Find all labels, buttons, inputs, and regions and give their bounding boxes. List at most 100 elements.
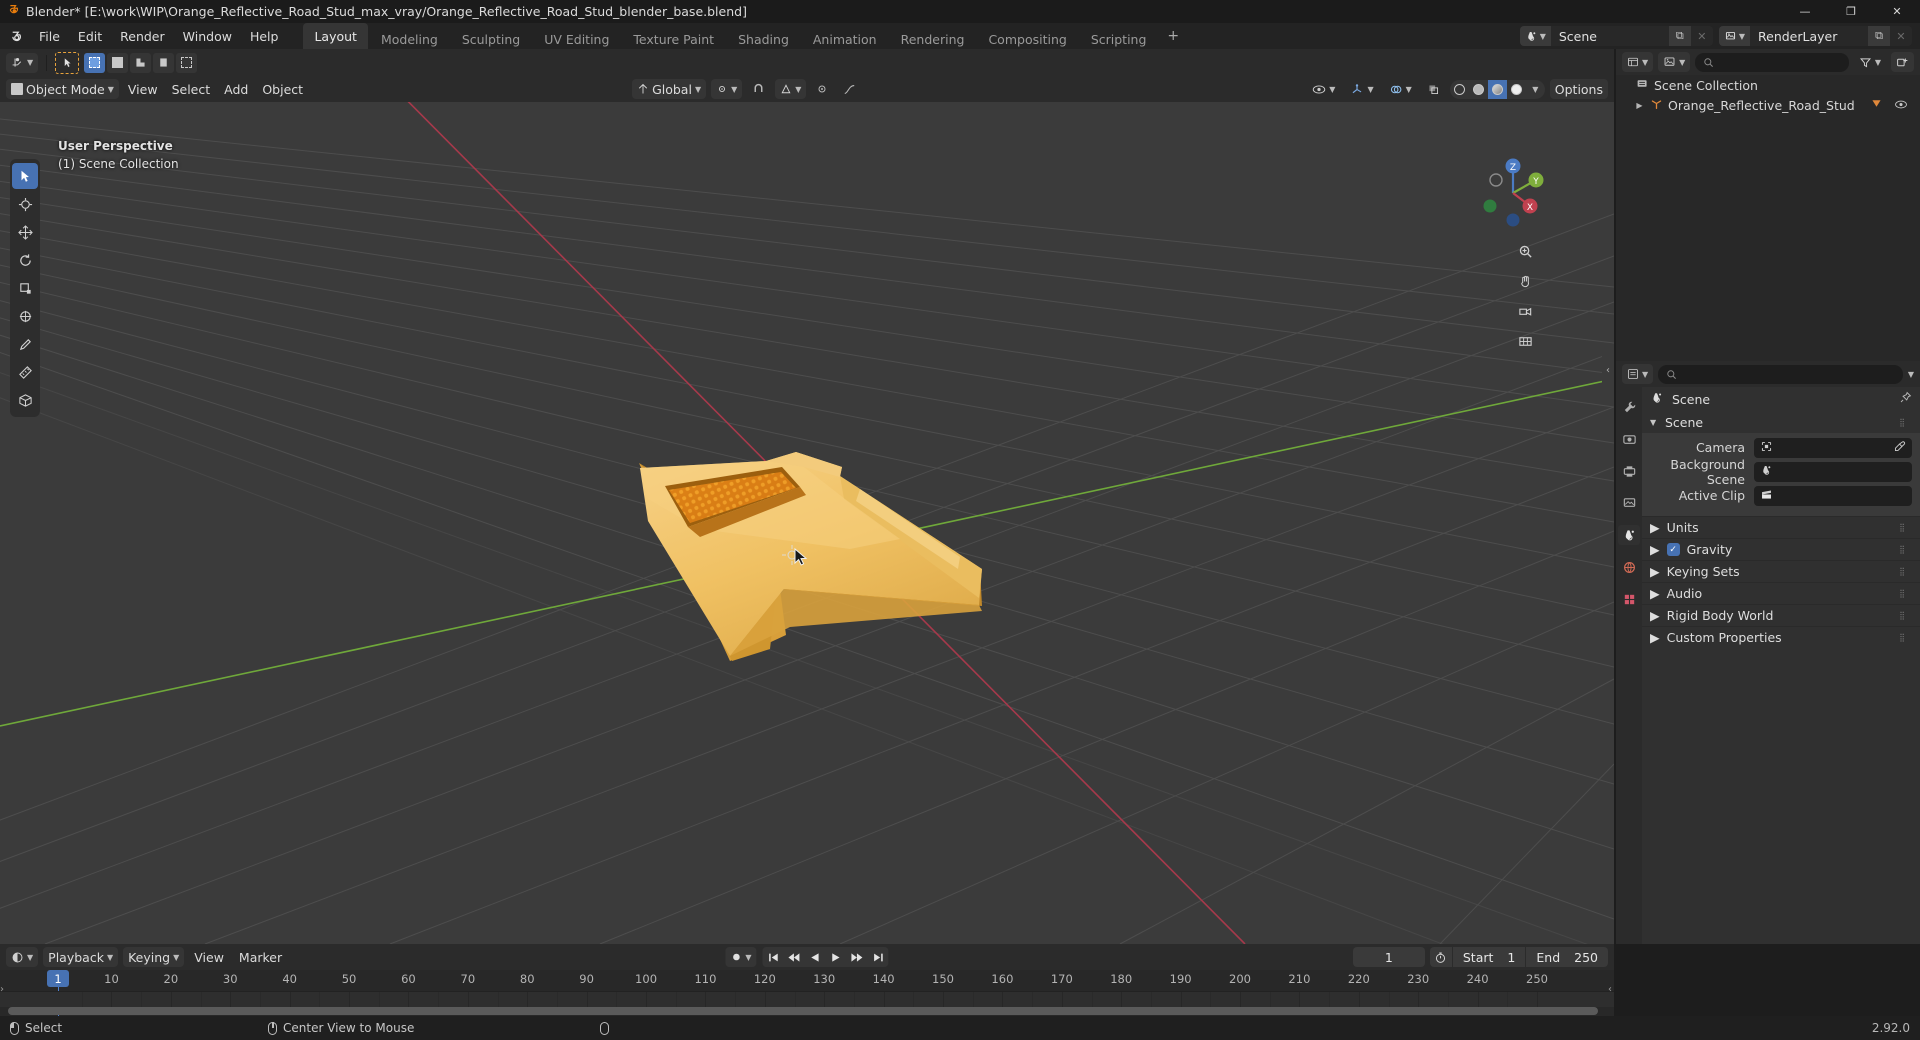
background-scene-field[interactable]	[1754, 461, 1912, 482]
output-tab[interactable]	[1618, 461, 1640, 481]
auto-keying-toggle[interactable]: ▼	[725, 947, 757, 967]
panel-header-rigid-body-world[interactable]: ▶ Rigid Body World ⣿	[1642, 604, 1920, 626]
tab-uv-editing[interactable]: UV Editing	[533, 30, 620, 49]
timeline-playhead[interactable]: 1	[47, 970, 69, 987]
view-layer-name[interactable]: RenderLayer	[1750, 26, 1868, 46]
timeline-right-arrow[interactable]: ‹	[1608, 984, 1612, 995]
maximize-button[interactable]: ❐	[1828, 0, 1874, 23]
proportional-editing[interactable]	[811, 79, 833, 99]
gravity-checkbox[interactable]: ✓	[1666, 543, 1680, 556]
jump-to-end-button[interactable]	[868, 947, 889, 967]
view-layer-tab[interactable]	[1618, 493, 1640, 513]
viewport-menu-select[interactable]: Select	[167, 79, 216, 99]
add-workspace-button[interactable]: +	[1159, 28, 1187, 44]
select-intersect-button[interactable]	[176, 52, 198, 73]
select-set-button[interactable]	[84, 52, 106, 73]
eye-icon[interactable]	[1894, 98, 1908, 113]
object-mode-dropdown[interactable]: Object Mode ▼	[6, 79, 119, 99]
timeline-editor[interactable]: ▼ Playback ▼ Keying ▼ View Marker ▼ 1 St…	[0, 944, 1614, 1023]
editor-type-3d-view[interactable]: ▼	[6, 52, 39, 73]
add-cube-tool[interactable]	[12, 387, 38, 413]
toggle-ortho-icon[interactable]	[1515, 331, 1536, 352]
outliner-row-object[interactable]: ▶ Orange_Reflective_Road_Stud	[1616, 95, 1920, 115]
scene-icon[interactable]: ▼	[1519, 26, 1551, 46]
viewport-menu-add[interactable]: Add	[219, 79, 253, 99]
overlays-toggle[interactable]: ▼	[1384, 79, 1417, 99]
shading-wireframe-button[interactable]	[1450, 80, 1469, 99]
pivot-point-dropdown[interactable]: ▼	[711, 79, 743, 99]
jump-to-start-button[interactable]	[763, 947, 784, 967]
render-tab[interactable]	[1618, 429, 1640, 449]
tab-layout[interactable]: Layout	[303, 23, 368, 49]
play-reverse-button[interactable]	[805, 947, 826, 967]
close-button[interactable]: ✕	[1874, 0, 1920, 23]
tab-compositing[interactable]: Compositing	[977, 30, 1077, 49]
move-tool[interactable]	[12, 219, 38, 245]
transform-tool[interactable]	[12, 303, 38, 329]
texture-tab[interactable]	[1618, 589, 1640, 609]
timeline-track-area[interactable]	[0, 991, 1614, 1008]
next-keyframe-button[interactable]	[847, 947, 868, 967]
menu-render[interactable]: Render	[111, 23, 174, 49]
timeline-left-arrow[interactable]: ›	[0, 984, 4, 995]
transform-orientation-dropdown[interactable]: Global ▼	[632, 79, 707, 99]
properties-options-chevron-down-icon[interactable]: ▼	[1908, 370, 1914, 379]
panel-header-custom-properties[interactable]: ▶ Custom Properties ⣿	[1642, 626, 1920, 648]
menu-edit[interactable]: Edit	[69, 23, 111, 49]
cursor-tool[interactable]	[12, 191, 38, 217]
scene-tab[interactable]	[1618, 525, 1640, 545]
properties-search-input[interactable]	[1658, 364, 1903, 384]
sidebar-collapse-arrow[interactable]: ‹	[1602, 349, 1614, 391]
remove-view-layer-button[interactable]: ✕	[1890, 26, 1912, 46]
unlink-scene-button[interactable]: ✕	[1690, 26, 1713, 46]
shading-solid-button[interactable]	[1469, 80, 1488, 99]
editor-type-timeline[interactable]: ▼	[6, 947, 39, 967]
outliner-editor[interactable]: ▼ ▼ ▼ Scene Collection ▶ Orange_Reflecti…	[1616, 49, 1920, 361]
properties-editor[interactable]: ▼ ▼ Scene ▼ Scene ⣿ Camera Background Sc…	[1616, 361, 1920, 944]
snap-target-dropdown[interactable]: ▼	[775, 79, 807, 99]
new-view-layer-button[interactable]: ⧉	[1868, 26, 1890, 46]
panel-header-units[interactable]: ▶ Units ⣿	[1642, 516, 1920, 538]
xray-toggle[interactable]	[1422, 79, 1445, 99]
menu-file[interactable]: File	[30, 23, 69, 49]
annotate-tool[interactable]	[12, 331, 38, 357]
new-scene-button[interactable]: ⧉	[1668, 26, 1691, 46]
active-clip-field[interactable]	[1754, 485, 1912, 506]
frame-end-field[interactable]: End 250	[1525, 947, 1608, 967]
zoom-icon[interactable]	[1515, 241, 1536, 262]
select-subtract-button[interactable]	[130, 52, 152, 73]
eyedropper-icon[interactable]	[1893, 440, 1906, 456]
tab-scripting[interactable]: Scripting	[1080, 30, 1158, 49]
current-frame-field[interactable]: 1	[1352, 947, 1425, 967]
3d-viewport[interactable]: ▼ Object Mode ▼ View Select Add Object G…	[0, 49, 1614, 944]
menu-window[interactable]: Window	[174, 23, 241, 49]
pin-icon[interactable]	[1899, 391, 1912, 407]
viewport-canvas[interactable]	[0, 49, 1614, 944]
select-extend-button[interactable]	[107, 52, 129, 73]
stopwatch-icon[interactable]	[1430, 951, 1452, 964]
tab-rendering[interactable]: Rendering	[890, 30, 976, 49]
panel-header-audio[interactable]: ▶ Audio ⣿	[1642, 582, 1920, 604]
new-collection-icon[interactable]	[1891, 52, 1914, 72]
proportional-falloff-curve[interactable]	[838, 79, 861, 99]
navigation-gizmo[interactable]: Z Y X	[1474, 154, 1552, 232]
menu-help[interactable]: Help	[241, 23, 288, 49]
scene-selector[interactable]: ▼ Scene ⧉ ✕	[1519, 26, 1713, 46]
tweak-select-tool[interactable]	[12, 163, 38, 189]
select-invert-button[interactable]	[153, 52, 175, 73]
play-button[interactable]	[826, 947, 847, 967]
scale-tool[interactable]	[12, 275, 38, 301]
outliner-search-input[interactable]	[1695, 52, 1849, 72]
tool-tab[interactable]	[1618, 397, 1640, 417]
blender-menu-icon[interactable]	[0, 23, 30, 49]
timeline-menu-playback[interactable]: Playback ▼	[43, 947, 119, 967]
outliner-row-scene-collection[interactable]: Scene Collection	[1616, 75, 1920, 95]
camera-field[interactable]	[1754, 437, 1912, 458]
panel-header-keying-sets[interactable]: ▶ Keying Sets ⣿	[1642, 560, 1920, 582]
panel-header-gravity[interactable]: ▶ ✓ Gravity ⣿	[1642, 538, 1920, 560]
world-tab[interactable]	[1618, 557, 1640, 577]
view-layer-selector[interactable]: ▼ RenderLayer ⧉ ✕	[1718, 26, 1912, 46]
timeline-menu-keying[interactable]: Keying ▼	[123, 947, 185, 967]
viewport-menu-object[interactable]: Object	[257, 79, 308, 99]
shading-options-dropdown[interactable]: ▼	[1526, 80, 1545, 99]
